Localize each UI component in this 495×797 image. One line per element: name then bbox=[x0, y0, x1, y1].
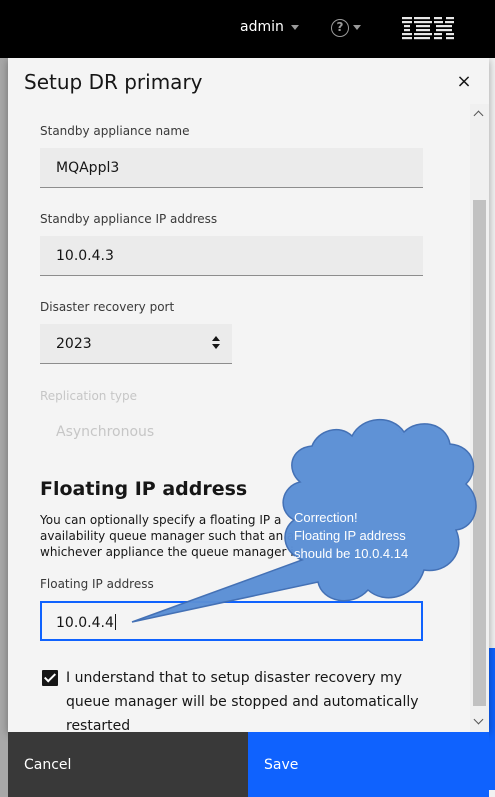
replication-type-select: Asynchronous bbox=[40, 412, 423, 452]
text-cursor bbox=[114, 614, 116, 630]
floating-ip-label: Floating IP address bbox=[40, 577, 154, 591]
replication-type-value: Asynchronous bbox=[56, 424, 155, 440]
callout-text: Correction! Floating IP address should b… bbox=[294, 509, 444, 563]
save-button[interactable]: Save bbox=[248, 732, 489, 797]
dr-port-label: Disaster recovery port bbox=[40, 300, 175, 314]
callout-line: Floating IP address bbox=[294, 528, 406, 543]
user-menu-label[interactable]: admin bbox=[240, 19, 284, 35]
modal-title: Setup DR primary bbox=[24, 70, 203, 94]
top-bar: admin ? bbox=[0, 0, 495, 58]
floating-ip-section-title: Floating IP address bbox=[40, 478, 248, 500]
port-stepper-icon[interactable] bbox=[212, 336, 222, 349]
cancel-button[interactable]: Cancel bbox=[8, 732, 248, 797]
floating-ip-input[interactable]: 10.0.4.4 bbox=[40, 601, 423, 641]
acknowledge-checkbox[interactable] bbox=[42, 670, 58, 686]
callout-line: should be 10.0.4.14 bbox=[294, 546, 409, 561]
setup-dr-modal: Setup DR primary × Standby appliance nam… bbox=[8, 58, 489, 732]
acknowledge-label[interactable]: I understand that to setup disaster reco… bbox=[66, 666, 426, 732]
standby-name-label: Standby appliance name bbox=[40, 124, 190, 138]
ibm-logo-icon bbox=[402, 17, 454, 40]
replication-type-label: Replication type bbox=[40, 389, 138, 403]
background-accent bbox=[489, 648, 495, 790]
dr-port-input[interactable]: 2023 bbox=[40, 324, 232, 364]
help-icon[interactable]: ? bbox=[331, 19, 349, 37]
user-menu-chevron-icon[interactable] bbox=[291, 25, 299, 30]
standby-name-input[interactable]: MQAppl3 bbox=[40, 148, 423, 188]
callout-line: Correction! bbox=[294, 510, 358, 525]
scroll-up-icon[interactable] bbox=[473, 110, 484, 121]
dr-port-value: 2023 bbox=[56, 336, 92, 352]
chevron-down-icon bbox=[397, 424, 409, 436]
background-page-left bbox=[0, 58, 8, 797]
close-icon[interactable]: × bbox=[454, 72, 474, 92]
floating-ip-value: 10.0.4.4 bbox=[56, 615, 114, 631]
modal-scrollbar[interactable] bbox=[470, 104, 489, 732]
scroll-down-icon[interactable] bbox=[473, 714, 484, 725]
scrollbar-thumb[interactable] bbox=[473, 200, 486, 706]
help-menu-chevron-icon[interactable] bbox=[353, 25, 361, 30]
standby-ip-label: Standby appliance IP address bbox=[40, 212, 218, 226]
standby-ip-input[interactable]: 10.0.4.3 bbox=[40, 236, 423, 276]
